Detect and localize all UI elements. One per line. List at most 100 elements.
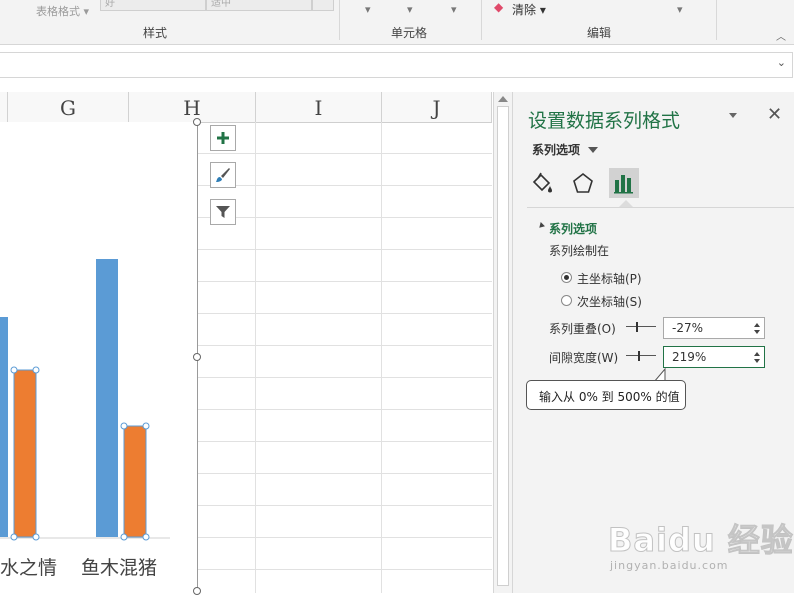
style-neutral[interactable]: 适中 — [206, 0, 312, 11]
find-select-caret[interactable]: ▾ — [677, 3, 683, 16]
clear-button[interactable]: 清除 ▾ — [512, 1, 546, 18]
chart-elements-button[interactable] — [210, 125, 236, 151]
bar-chart-icon — [614, 175, 633, 194]
chart-resize-handle[interactable] — [193, 353, 201, 361]
style-neutral-label: 适中 — [211, 0, 231, 9]
gap-width-label: 间隙宽度(W) — [549, 351, 619, 365]
bar-series-2[interactable] — [14, 370, 36, 537]
chart-plot[interactable] — [0, 122, 197, 593]
ribbon-separator — [716, 0, 717, 40]
column-header-g[interactable]: G — [8, 92, 129, 122]
pane-menu-caret-icon[interactable] — [729, 113, 737, 118]
gap-width-value[interactable]: 219% — [672, 350, 706, 364]
chart-styles-button[interactable] — [210, 162, 236, 188]
section-series-options[interactable]: 系列选项 — [549, 220, 597, 237]
formula-bar[interactable]: ⌄ — [0, 52, 793, 78]
cells-format-caret[interactable]: ▾ — [451, 3, 457, 16]
collapse-triangle-icon[interactable] — [535, 222, 545, 232]
slider-track — [626, 355, 656, 356]
baidu-watermark: Baidu 经验 jingyan.baidu.com — [608, 515, 794, 577]
scroll-up-arrow-icon[interactable] — [498, 96, 508, 102]
bar-selection-handle[interactable] — [32, 533, 40, 541]
brush-icon — [216, 168, 230, 182]
series-overlap-spinner[interactable]: -27% — [663, 317, 765, 339]
grid-line — [381, 122, 382, 593]
tab-pointer — [619, 200, 633, 207]
column-header-i[interactable]: I — [256, 92, 382, 122]
ribbon: 表格格式 ▾ 好 适中 样式 ▾ ▾ ▾ 单元格 ◆ 清除 ▾ ▾ 编辑 ︿ — [0, 0, 794, 45]
bar-selection-handle[interactable] — [120, 422, 128, 430]
gap-width-tooltip: 输入从 0% 到 500% 的值 — [526, 380, 686, 410]
chart-resize-handle[interactable] — [193, 118, 201, 126]
bar-series-2[interactable] — [124, 426, 146, 537]
plot-series-on-label: 系列绘制在 — [549, 244, 610, 258]
column-header-h[interactable]: H — [129, 92, 256, 122]
plus-icon — [217, 132, 229, 144]
styles-more-button[interactable] — [312, 0, 334, 11]
chevron-down-icon[interactable]: ⌄ — [777, 56, 786, 69]
fill-line-tab[interactable] — [527, 168, 557, 198]
pane-title: 设置数据系列格式 — [528, 110, 681, 132]
column-header-j[interactable]: J — [382, 92, 492, 122]
series-overlap-value[interactable]: -27% — [672, 321, 703, 335]
tooltip-text: 输入从 0% 到 500% 的值 — [539, 390, 680, 404]
style-good-label: 好 — [105, 0, 115, 9]
slider-track — [626, 326, 656, 327]
series-overlap-slider[interactable] — [626, 322, 656, 332]
table-format-label: 表格格式 — [36, 5, 80, 18]
ribbon-separator — [481, 0, 482, 40]
column-header-left[interactable] — [0, 92, 8, 122]
column-header-row: G H I J — [0, 92, 492, 123]
spin-up-icon[interactable] — [754, 352, 760, 356]
cells-delete-caret[interactable]: ▾ — [407, 3, 413, 16]
scrollbar-thumb[interactable] — [497, 106, 509, 586]
bar-selection-handle[interactable] — [120, 533, 128, 541]
cells-insert-caret[interactable]: ▾ — [365, 3, 371, 16]
style-good[interactable]: 好 — [100, 0, 206, 11]
chart-resize-handle[interactable] — [193, 587, 201, 595]
series-overlap-label: 系列重叠(O) — [549, 322, 616, 336]
secondary-axis-label[interactable]: 次坐标轴(S) — [577, 293, 642, 310]
group-label-editing: 编辑 — [587, 26, 612, 40]
secondary-axis-radio[interactable] — [561, 295, 572, 306]
close-icon[interactable]: ✕ — [767, 104, 782, 125]
bar-selection-handle[interactable] — [142, 533, 150, 541]
slider-thumb[interactable] — [636, 322, 638, 332]
spin-up-icon[interactable] — [754, 323, 760, 327]
category-label: 水之情 — [0, 557, 58, 579]
spin-down-icon[interactable] — [754, 330, 760, 334]
bar-series-1[interactable] — [0, 317, 8, 537]
chevron-down-icon[interactable] — [588, 147, 598, 153]
eraser-icon: ◆ — [494, 0, 504, 14]
chart-filters-button[interactable] — [210, 199, 236, 225]
bar-selection-handle[interactable] — [10, 533, 18, 541]
pane-divider — [527, 207, 794, 208]
watermark-url: jingyan.baidu.com — [610, 559, 729, 572]
bar-selection-handle[interactable] — [32, 366, 40, 374]
filter-icon — [216, 206, 230, 218]
series-options-dropdown[interactable]: 系列选项 — [532, 141, 580, 158]
category-label: 鱼木混猪 — [81, 557, 158, 579]
table-format-button[interactable]: 表格格式 ▾ — [36, 3, 89, 19]
clear-label: 清除 — [512, 3, 537, 17]
watermark-text: Baidu 经验 — [608, 521, 794, 560]
series-options-tab[interactable] — [609, 168, 639, 198]
ribbon-separator — [339, 0, 340, 40]
bar-selection-handle[interactable] — [10, 366, 18, 374]
grid-line — [255, 122, 256, 593]
collapse-ribbon-icon[interactable]: ︿ — [776, 28, 786, 43]
spin-down-icon[interactable] — [754, 359, 760, 363]
group-label-cells: 单元格 — [391, 26, 428, 40]
bar-series-1[interactable] — [96, 259, 118, 537]
chart-area[interactable] — [0, 122, 198, 593]
primary-axis-radio[interactable] — [561, 272, 572, 283]
gap-width-slider[interactable] — [626, 351, 656, 361]
effects-tab[interactable] — [568, 168, 598, 198]
vertical-scrollbar[interactable] — [493, 92, 512, 593]
bar-selection-handle[interactable] — [142, 422, 150, 430]
gap-width-spinner[interactable]: 219% — [663, 346, 765, 368]
primary-axis-label[interactable]: 主坐标轴(P) — [577, 270, 642, 287]
cell-grid[interactable] — [198, 122, 492, 593]
group-label-styles: 样式 — [143, 26, 168, 40]
slider-thumb[interactable] — [638, 351, 640, 361]
